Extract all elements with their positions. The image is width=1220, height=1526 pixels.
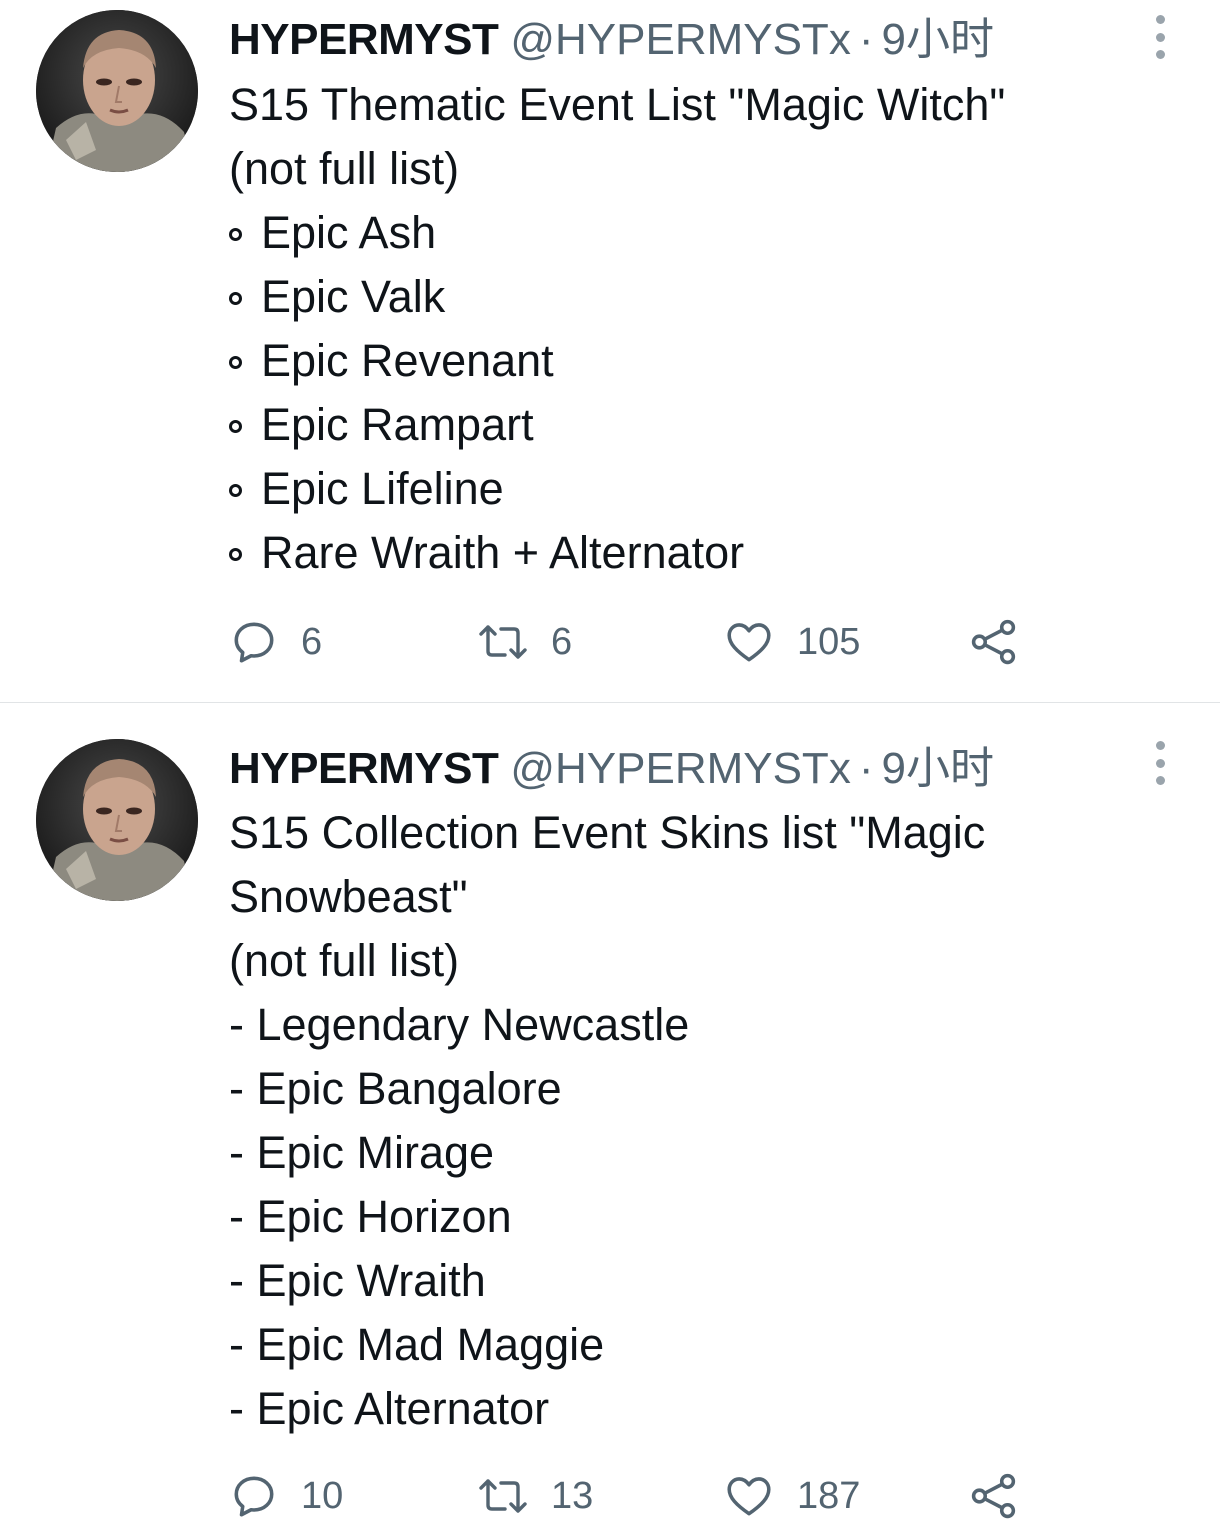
list-item: - Epic Bangalore xyxy=(229,1063,562,1114)
author-handle[interactable]: @HYPERMYSTx xyxy=(510,744,850,793)
list-item: Rare Wraith + Alternator xyxy=(229,521,1169,585)
list-item: - Legendary Newcastle xyxy=(229,999,690,1050)
retweet-button[interactable]: 6 xyxy=(477,612,572,672)
tweet-header: HYPERMYST @HYPERMYSTx · 9小时 xyxy=(229,10,994,70)
bullet-icon xyxy=(229,356,242,369)
tweet-line: S15 Collection Event Skins list "Magic xyxy=(229,807,986,858)
list-item: Epic Revenant xyxy=(229,329,1169,393)
bullet-icon xyxy=(229,420,242,433)
tweet-actions: 6 6 105 xyxy=(229,612,1029,672)
author-name[interactable]: HYPERMYST xyxy=(229,744,499,793)
tweet-line: Snowbeast" xyxy=(229,871,468,922)
bullet-icon xyxy=(229,484,242,497)
more-vertical-icon xyxy=(1155,15,1165,24)
heart-icon xyxy=(727,623,771,662)
tweet-header: HYPERMYST @HYPERMYSTx · 9小时 xyxy=(229,739,994,799)
retweet-count: 6 xyxy=(551,620,573,663)
tweet-line: S15 Thematic Event List "Magic Witch" xyxy=(229,79,1006,130)
share-icon xyxy=(971,1473,1016,1519)
like-button[interactable]: 105 xyxy=(723,612,860,672)
separator: · xyxy=(858,15,874,64)
retweet-count: 13 xyxy=(551,1474,594,1517)
avatar-image xyxy=(36,739,198,901)
retweet-icon xyxy=(479,625,527,659)
like-count: 105 xyxy=(797,620,861,663)
list-item: - Epic Mad Maggie xyxy=(229,1319,605,1370)
reply-count: 6 xyxy=(301,620,323,663)
share-button[interactable] xyxy=(969,1466,1019,1526)
avatar[interactable] xyxy=(36,739,198,901)
retweet-icon xyxy=(479,1479,527,1513)
list-item: Epic Rampart xyxy=(229,393,1169,457)
share-button[interactable] xyxy=(969,612,1019,672)
tweet-actions: 10 13 187 xyxy=(229,1466,1029,1526)
reply-count: 10 xyxy=(301,1474,344,1517)
tweet-line: (not full list) xyxy=(229,935,460,986)
separator: · xyxy=(858,744,874,793)
like-button[interactable]: 187 xyxy=(723,1466,860,1526)
tweet-text: S15 Collection Event Skins list "Magic S… xyxy=(229,801,1169,1441)
bullet-icon xyxy=(229,292,242,305)
tweet-text: S15 Thematic Event List "Magic Witch" (n… xyxy=(229,73,1169,585)
list-item: - Epic Wraith xyxy=(229,1255,486,1306)
retweet-button[interactable]: 13 xyxy=(477,1466,593,1526)
more-options-button[interactable] xyxy=(1148,741,1172,785)
reply-button[interactable]: 6 xyxy=(229,612,322,672)
list-item: Epic Ash xyxy=(229,201,1169,265)
list-item: - Epic Alternator xyxy=(229,1383,550,1434)
avatar-image xyxy=(36,10,198,172)
tweet[interactable]: HYPERMYST @HYPERMYSTx · 9小时 S15 Thematic Ev… xyxy=(0,0,1220,702)
reply-icon xyxy=(234,1476,274,1517)
author-handle[interactable]: @HYPERMYSTx xyxy=(510,15,850,64)
tweet[interactable]: HYPERMYST @HYPERMYSTx · 9小时 S15 Collection … xyxy=(0,703,1220,1519)
heart-icon xyxy=(727,1477,771,1516)
list-item: Epic Lifeline xyxy=(229,457,1169,521)
tweet-line: (not full list) xyxy=(229,143,460,194)
more-options-button[interactable] xyxy=(1148,15,1172,59)
like-count: 187 xyxy=(797,1474,861,1517)
share-icon xyxy=(971,619,1016,665)
timestamp[interactable]: 9小时 xyxy=(881,15,993,64)
timestamp[interactable]: 9小时 xyxy=(881,744,993,793)
bullet-icon xyxy=(229,548,242,561)
list-item: - Epic Mirage xyxy=(229,1127,495,1178)
list-item: Epic Valk xyxy=(229,265,1169,329)
reply-button[interactable]: 10 xyxy=(229,1466,343,1526)
list-item: - Epic Horizon xyxy=(229,1191,512,1242)
more-vertical-icon xyxy=(1155,741,1165,750)
reply-icon xyxy=(234,622,274,663)
avatar[interactable] xyxy=(36,10,198,172)
bullet-icon xyxy=(229,228,242,241)
author-name[interactable]: HYPERMYST xyxy=(229,15,499,64)
